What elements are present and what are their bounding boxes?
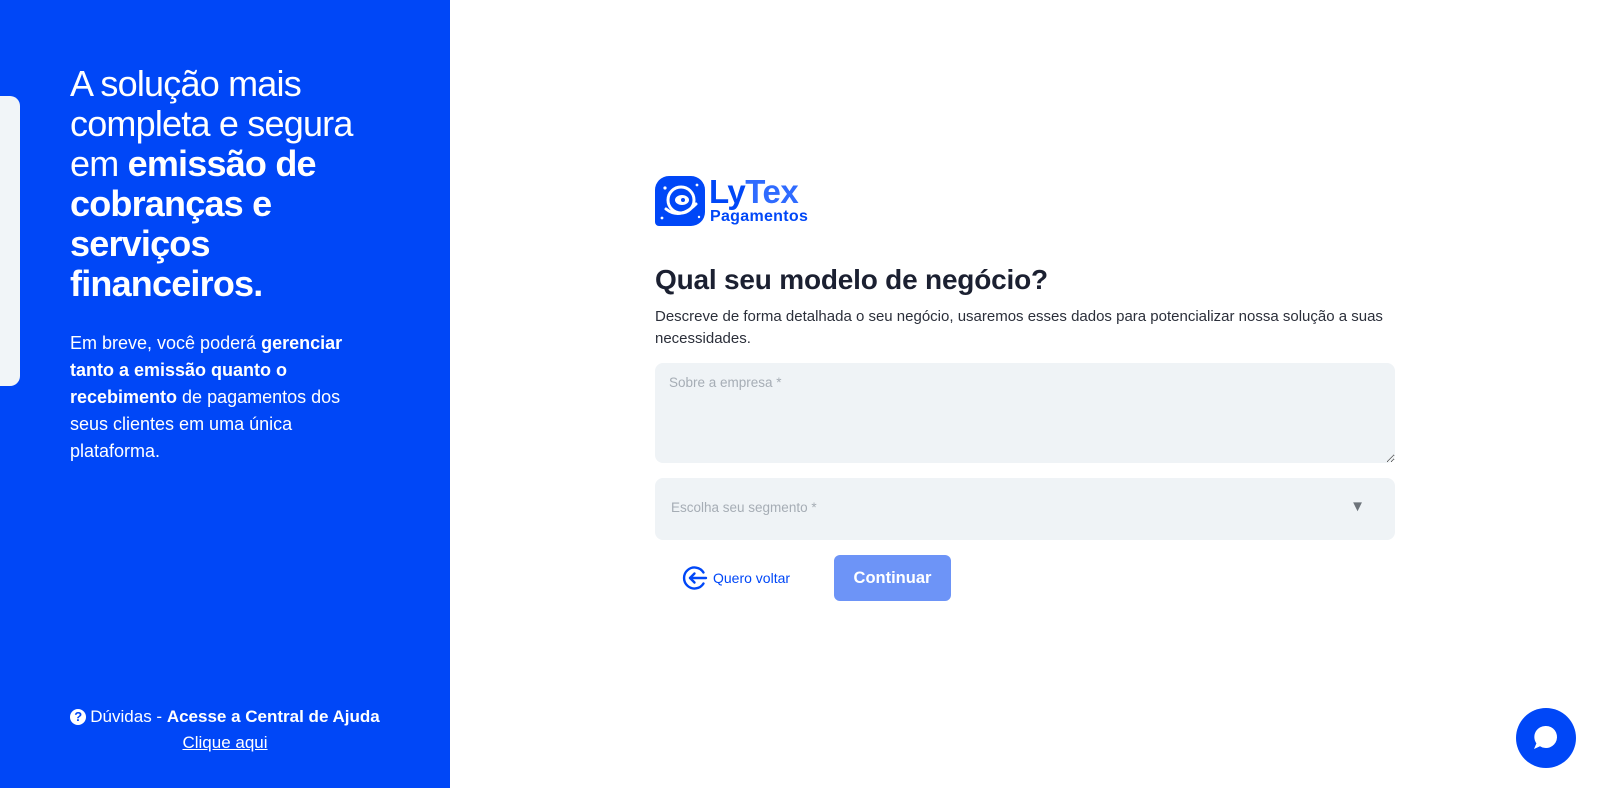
logo-tex: Tex: [745, 173, 799, 210]
help-center-text: Acesse a Central de Ajuda: [166, 707, 380, 726]
side-tab: [0, 96, 20, 386]
continue-button[interactable]: Continuar: [834, 555, 951, 601]
back-label: Quero voltar: [713, 570, 791, 586]
left-panel: A solução mais completa e segura em emis…: [0, 0, 450, 788]
headline-bold-2: cobranças e: [70, 183, 272, 224]
page-title: Qual seu modelo de negócio?: [655, 264, 1048, 295]
help-link[interactable]: Clique aqui: [182, 733, 267, 752]
logo-ly: Ly: [709, 173, 746, 210]
intro-text: Em breve, você poderá gerenciar tanto a …: [70, 330, 360, 465]
help-section: ? Dúvidas - Acesse a Central de Ajuda Cli…: [0, 704, 450, 756]
headline-line-2: completa e segura: [70, 103, 353, 144]
astronaut-logo-icon: [655, 176, 705, 226]
chat-widget-button[interactable]: [1516, 708, 1576, 768]
logo-subtitle: Pagamentos: [710, 208, 809, 225]
segment-select[interactable]: Escolha seu segmento * ▼: [655, 478, 1395, 540]
headline: A solução mais completa e segura em emis…: [70, 64, 370, 304]
chat-bubble-icon: [1534, 725, 1558, 749]
headline-bold-4: financeiros.: [70, 263, 263, 304]
lytex-logo: LyTex Pagamentos: [655, 173, 825, 228]
back-button[interactable]: Quero voltar: [682, 564, 790, 592]
segment-placeholder: Escolha seu segmento *: [671, 500, 817, 515]
headline-line-3: em: [70, 143, 128, 184]
about-company-field[interactable]: [655, 363, 1395, 463]
headline-bold-1: emissão de: [127, 143, 317, 184]
question-circle-icon: ?: [70, 709, 87, 725]
logo-wordmark: LyTex: [709, 173, 799, 210]
headline-bold-3: serviços: [70, 223, 211, 264]
chevron-down-icon: ▼: [1350, 498, 1365, 515]
help-line: ? Dúvidas - Acesse a Central de Ajuda: [0, 704, 450, 730]
page-subtitle: Descreve de forma detalhada o seu negóci…: [655, 308, 1383, 347]
intro-part-1: Em breve, você poderá: [70, 333, 262, 353]
help-prefix: Dúvidas -: [90, 707, 167, 726]
arrow-left-circle-icon: [682, 566, 708, 590]
headline-line-1: A solução mais: [70, 63, 302, 104]
